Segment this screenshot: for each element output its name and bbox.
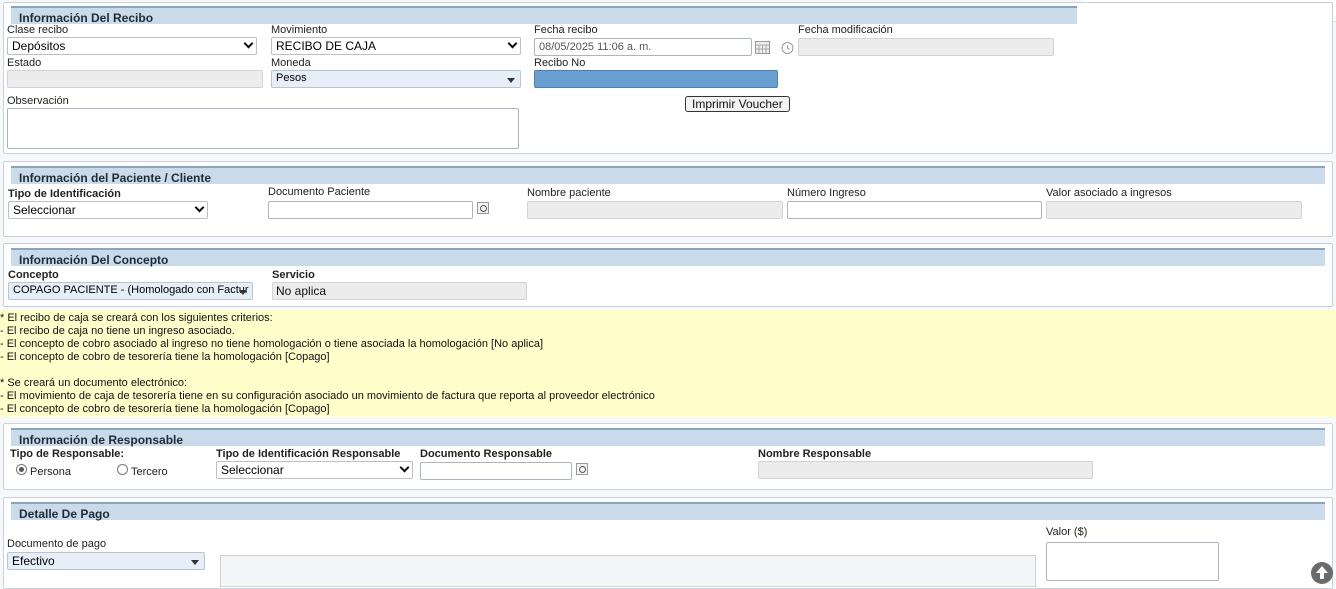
concepto-select[interactable]: COPAGO PACIENTE - (Homologado con Factur bbox=[8, 282, 253, 300]
recibo-no-field bbox=[534, 70, 778, 88]
documento-responsable-label: Documento Responsable bbox=[420, 448, 553, 460]
clock-icon[interactable] bbox=[780, 40, 795, 55]
tipo-identificacion-select[interactable]: Seleccionar bbox=[8, 201, 208, 219]
nombre-responsable-label: Nombre Responsable bbox=[758, 448, 872, 460]
chevron-down-icon bbox=[194, 202, 205, 213]
persona-label: Persona bbox=[30, 466, 71, 478]
tipo-identificacion-label: Tipo de Identificación bbox=[8, 188, 121, 200]
nombre-paciente-label: Nombre paciente bbox=[527, 187, 611, 199]
moneda-select[interactable]: Pesos bbox=[271, 70, 521, 88]
calendar-icon[interactable] bbox=[755, 40, 770, 54]
recibo-no-label: Recibo No bbox=[534, 57, 586, 69]
note-line bbox=[0, 364, 1336, 377]
movimiento-label: Movimiento bbox=[271, 24, 328, 36]
criteria-notes: * El recibo de caja se creará con los si… bbox=[0, 310, 1336, 417]
moneda-label: Moneda bbox=[271, 57, 311, 69]
note-line: - El concepto de cobro de tesorería tien… bbox=[0, 403, 330, 415]
documento-paciente-input[interactable] bbox=[268, 201, 473, 219]
section-title-paciente: Información del Paciente / Cliente bbox=[11, 166, 1325, 185]
panel-paciente: Información del Paciente / Cliente bbox=[3, 161, 1333, 237]
section-title-responsable: Información de Responsable bbox=[11, 428, 1325, 447]
tipo-identificacion-value: Seleccionar bbox=[13, 203, 76, 217]
section-title-recibo: Información Del Recibo bbox=[11, 6, 1077, 25]
moneda-value: Pesos bbox=[276, 72, 307, 84]
search-icon[interactable] bbox=[477, 202, 489, 214]
note-line: - El concepto de cobro asociado al ingre… bbox=[0, 338, 544, 350]
fecha-recibo-field[interactable]: 08/05/2025 11:06 a. m. bbox=[534, 38, 752, 56]
tipo-id-responsable-select[interactable]: Seleccionar bbox=[216, 461, 413, 479]
valor-label: Valor ($) bbox=[1046, 526, 1088, 538]
documento-pago-value: Efectivo bbox=[12, 554, 55, 568]
movimiento-value: RECIBO DE CAJA bbox=[276, 39, 377, 53]
numero-ingreso-input[interactable] bbox=[787, 201, 1042, 219]
tipo-id-responsable-label: Tipo de Identificación Responsable bbox=[216, 448, 401, 460]
search-icon[interactable] bbox=[576, 463, 588, 475]
note-line: - El movimiento de caja de tesorería tie… bbox=[0, 390, 655, 402]
clase-recibo-select[interactable]: Depósitos bbox=[7, 37, 257, 55]
nombre-paciente-field bbox=[527, 201, 783, 219]
concepto-label: Concepto bbox=[8, 269, 59, 281]
note-line: * Se creará un documento electrónico: bbox=[0, 377, 188, 389]
chevron-down-icon bbox=[399, 462, 410, 473]
clase-recibo-value: Depósitos bbox=[12, 39, 66, 53]
tipo-responsable-label: Tipo de Responsable: bbox=[10, 448, 125, 460]
concepto-value: COPAGO PACIENTE - (Homologado con Factur bbox=[13, 284, 249, 296]
payment-detail-area bbox=[220, 555, 1036, 587]
estado-label: Estado bbox=[7, 57, 42, 69]
tercero-label: Tercero bbox=[131, 466, 168, 478]
section-title-concepto: Información Del Concepto bbox=[11, 248, 1325, 267]
note-line: - El recibo de caja no tiene un ingreso … bbox=[0, 325, 235, 337]
dropdown-arrow-icon bbox=[507, 78, 515, 83]
chevron-down-icon bbox=[243, 38, 254, 49]
chevron-down-icon bbox=[507, 38, 518, 49]
note-line: * El recibo de caja se creará con los si… bbox=[0, 312, 273, 324]
fecha-recibo-label: Fecha recibo bbox=[534, 24, 598, 36]
section-title-pago: Detalle De Pago bbox=[11, 502, 1325, 521]
fecha-modificacion-label: Fecha modificación bbox=[798, 24, 893, 36]
numero-ingreso-label: Número Ingreso bbox=[787, 187, 866, 199]
clase-recibo-label: Clase recibo bbox=[7, 24, 69, 36]
nombre-responsable-field bbox=[758, 461, 1093, 479]
servicio-label: Servicio bbox=[272, 269, 315, 281]
note-line: - El concepto de cobro de tesorería tien… bbox=[0, 351, 330, 363]
servicio-field: No aplica bbox=[272, 282, 527, 300]
panel-responsable: Información de Responsable bbox=[3, 423, 1333, 490]
valor-ingresos-field bbox=[1046, 201, 1302, 219]
movimiento-select[interactable]: RECIBO DE CAJA bbox=[271, 37, 521, 55]
scroll-top-icon[interactable] bbox=[1310, 561, 1334, 585]
documento-pago-label: Documento de pago bbox=[7, 538, 107, 550]
dropdown-arrow-icon bbox=[191, 560, 199, 565]
observacion-textarea[interactable] bbox=[7, 108, 519, 149]
observacion-label: Observación bbox=[7, 95, 69, 107]
imprimir-voucher-button[interactable]: Imprimir Voucher bbox=[685, 96, 790, 112]
valor-input[interactable] bbox=[1046, 542, 1219, 581]
dropdown-arrow-icon bbox=[239, 290, 247, 295]
tercero-radio[interactable] bbox=[117, 464, 128, 475]
documento-responsable-input[interactable] bbox=[420, 462, 572, 480]
fecha-modificacion-field bbox=[798, 38, 1054, 56]
estado-field bbox=[7, 70, 263, 88]
valor-ingresos-label: Valor asociado a ingresos bbox=[1046, 187, 1172, 199]
documento-paciente-label: Documento Paciente bbox=[268, 186, 371, 198]
tipo-id-responsable-value: Seleccionar bbox=[221, 463, 284, 477]
radio-dot-icon bbox=[19, 467, 24, 472]
persona-radio[interactable] bbox=[16, 464, 27, 475]
documento-pago-select[interactable]: Efectivo bbox=[7, 552, 205, 570]
